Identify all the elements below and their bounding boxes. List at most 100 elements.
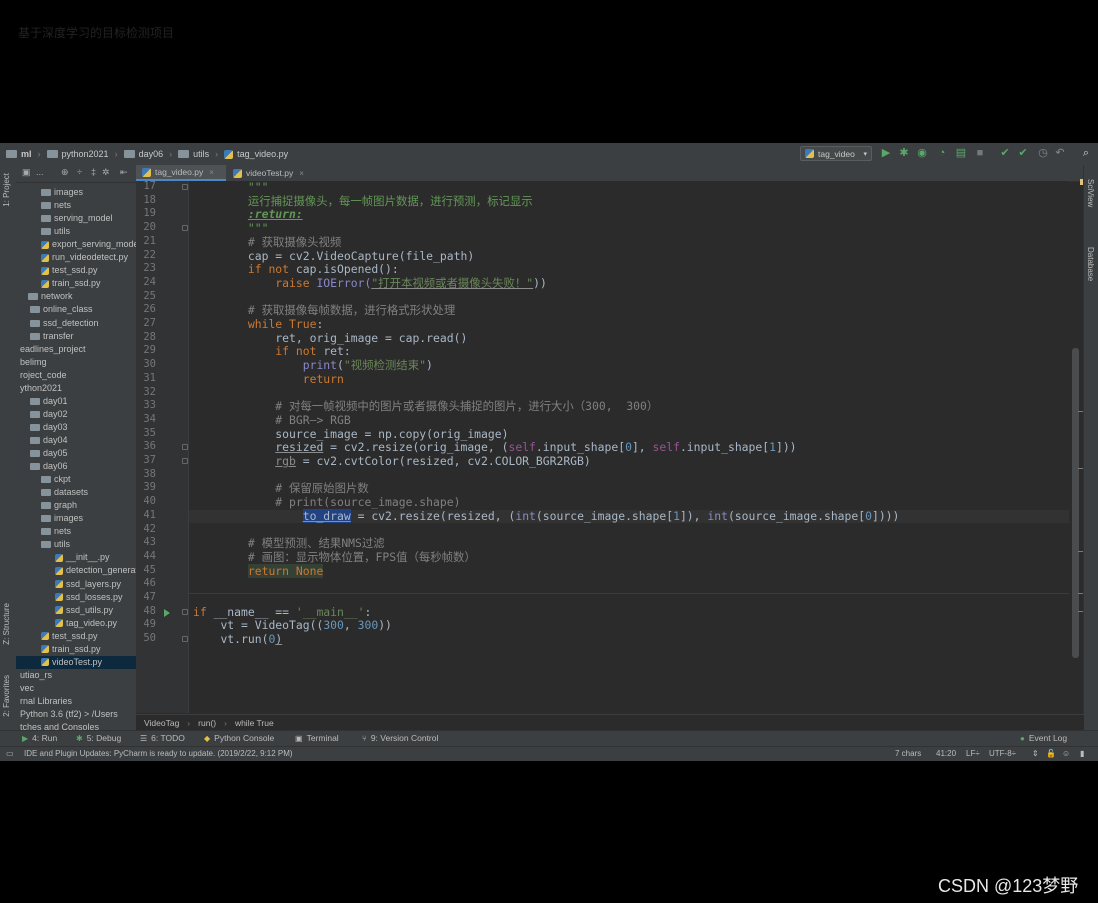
profile-icon[interactable]: ◔ <box>936 147 948 160</box>
breadcrumb-item[interactable]: ml <box>6 149 32 159</box>
revert-icon[interactable]: ↶ <box>1054 147 1066 160</box>
fold-icon[interactable] <box>182 444 188 451</box>
coverage-icon[interactable]: ◉ <box>916 147 928 160</box>
run-icon[interactable]: ▶ <box>880 147 892 160</box>
tree-item[interactable]: vec <box>20 682 34 695</box>
tree-item[interactable]: day01 <box>30 395 68 408</box>
file-encoding[interactable]: UTF-8÷ <box>989 749 1016 758</box>
stop-icon[interactable]: ■ <box>974 147 986 160</box>
tool-window-button[interactable]: ☰ 6: TODO <box>140 733 185 743</box>
vcs-update-icon[interactable]: ✔ <box>999 147 1011 160</box>
tree-item[interactable]: export_serving_model <box>41 238 136 251</box>
tree-item[interactable]: day06 <box>30 460 68 473</box>
favorites-tool-tab[interactable]: 2: Favorites <box>2 675 11 717</box>
editor-breadcrumb-item[interactable]: VideoTag <box>144 718 179 728</box>
close-icon[interactable]: × <box>209 168 214 177</box>
fold-icon[interactable] <box>182 636 188 643</box>
run-gutter-icon[interactable] <box>164 609 170 617</box>
editor-breadcrumb-item[interactable]: while True <box>235 718 274 728</box>
close-icon[interactable]: × <box>299 169 304 178</box>
tree-item[interactable]: nets <box>41 199 71 212</box>
structure-tool-tab[interactable]: Z: Structure <box>2 603 11 645</box>
tree-item[interactable]: ython2021 <box>20 382 62 395</box>
tree-item[interactable]: images <box>41 512 83 525</box>
project-tool-tab[interactable]: 1: Project <box>2 173 11 207</box>
debug-icon[interactable]: ✱ <box>898 147 910 160</box>
hide-icon[interactable]: ⇤ <box>120 167 128 178</box>
tree-item[interactable]: day05 <box>30 447 68 460</box>
tree-item[interactable]: run_videodetect.py <box>41 251 128 264</box>
tree-item[interactable]: test_ssd.py <box>41 630 98 643</box>
vcs-commit-icon[interactable]: ✔ <box>1017 147 1029 160</box>
concurrency-icon[interactable]: ▤ <box>955 147 967 160</box>
tree-item[interactable]: ssd_losses.py <box>55 591 123 604</box>
tree-item[interactable]: rnal Libraries <box>20 695 72 708</box>
tool-window-button[interactable]: ◆ Python Console <box>204 733 274 743</box>
line-separator[interactable]: LF÷ <box>966 749 980 758</box>
run-config-selector[interactable]: tag_video ▾ <box>800 146 872 161</box>
tree-item[interactable]: ssd_detection <box>30 317 99 330</box>
tree-item[interactable]: transfer <box>30 330 74 343</box>
project-view-label[interactable]: ... <box>36 167 44 177</box>
tree-item[interactable]: day02 <box>30 408 68 421</box>
breadcrumb-item[interactable]: utils <box>178 149 209 159</box>
status-toggle-icon[interactable]: ▭ <box>6 749 14 758</box>
fold-icon[interactable] <box>182 225 188 232</box>
tree-item[interactable]: ssd_layers.py <box>55 578 121 591</box>
fold-icon[interactable] <box>182 184 188 190</box>
expand-icon[interactable]: ‡ <box>91 167 96 177</box>
code-editor[interactable]: """ 运行捕捉摄像头，每一帧图片数据，进行预测，标记显示 :return: "… <box>189 181 1069 713</box>
tree-item[interactable]: graph <box>41 499 77 512</box>
indent-icon[interactable]: ⇕ <box>1032 749 1039 758</box>
tree-item[interactable]: train_ssd.py <box>41 643 101 656</box>
locate-icon[interactable]: ⊕ <box>61 167 69 178</box>
lock-icon[interactable]: 🔓 <box>1046 749 1056 758</box>
editor-breadcrumb-item[interactable]: run() <box>198 718 216 728</box>
tree-item[interactable]: serving_model <box>41 212 113 225</box>
tree-item[interactable]: datasets <box>41 486 88 499</box>
tree-item[interactable]: day03 <box>30 421 68 434</box>
tree-item[interactable]: utils <box>41 225 70 238</box>
editor-tab[interactable]: videoTest.py × <box>227 165 317 181</box>
tree-item[interactable]: videoTest.py <box>16 655 136 669</box>
tree-item[interactable]: online_class <box>30 303 93 316</box>
tree-item[interactable]: tag_video.py <box>55 617 117 630</box>
collapse-icon[interactable]: ÷ <box>77 167 82 177</box>
tree-item[interactable]: network <box>28 290 73 303</box>
fold-icon[interactable] <box>182 458 188 464</box>
tree-item[interactable]: __init__.py <box>55 551 110 564</box>
memory-icon[interactable]: ▮ <box>1080 749 1084 758</box>
tool-window-button[interactable]: ▶ 4: Run <box>22 733 57 743</box>
event-log-button[interactable]: ● Event Log <box>1020 733 1067 743</box>
tree-item[interactable]: day04 <box>30 434 68 447</box>
tree-item[interactable]: roject_code <box>20 369 67 382</box>
breadcrumb-item[interactable]: tag_video.py <box>224 149 288 159</box>
breadcrumb-item[interactable]: day06 <box>123 149 163 159</box>
tree-item[interactable]: ssd_utils.py <box>55 604 113 617</box>
tree-item[interactable]: eadlines_project <box>20 343 86 356</box>
search-icon[interactable]: ⌕ <box>1080 147 1092 160</box>
status-message[interactable]: IDE and Plugin Updates: PyCharm is ready… <box>24 749 293 758</box>
tree-item[interactable]: train_ssd.py <box>41 277 101 290</box>
database-tool-tab[interactable]: Database <box>1086 247 1095 281</box>
tree-item[interactable]: ckpt <box>41 473 71 486</box>
tool-window-button[interactable]: ✱ 5: Debug <box>76 733 121 743</box>
tree-item[interactable]: belimg <box>20 356 47 369</box>
tree-item[interactable]: nets <box>41 525 71 538</box>
inspector-icon[interactable]: ☺ <box>1062 749 1070 758</box>
tool-window-button[interactable]: ▣ Terminal <box>295 733 339 743</box>
gear-icon[interactable]: ✲ <box>102 167 110 178</box>
tree-item[interactable]: detection_generate <box>55 564 136 577</box>
tree-item[interactable]: utiao_rs <box>20 669 52 682</box>
tool-window-button[interactable]: ⑂ 9: Version Control <box>362 733 438 743</box>
caret-position[interactable]: 41:20 <box>936 749 956 758</box>
tree-item[interactable]: utils <box>41 538 70 551</box>
sciview-tool-tab[interactable]: SciView <box>1086 179 1095 207</box>
breadcrumb-item[interactable]: python2021 <box>46 149 109 159</box>
editor-tab[interactable]: tag_video.py × <box>136 165 226 181</box>
history-icon[interactable]: ◷ <box>1037 147 1049 160</box>
tree-item[interactable]: test_ssd.py <box>41 264 98 277</box>
fold-icon[interactable] <box>182 608 188 615</box>
project-view-icon[interactable]: ▣ <box>22 167 31 178</box>
tree-item[interactable]: images <box>41 186 83 199</box>
